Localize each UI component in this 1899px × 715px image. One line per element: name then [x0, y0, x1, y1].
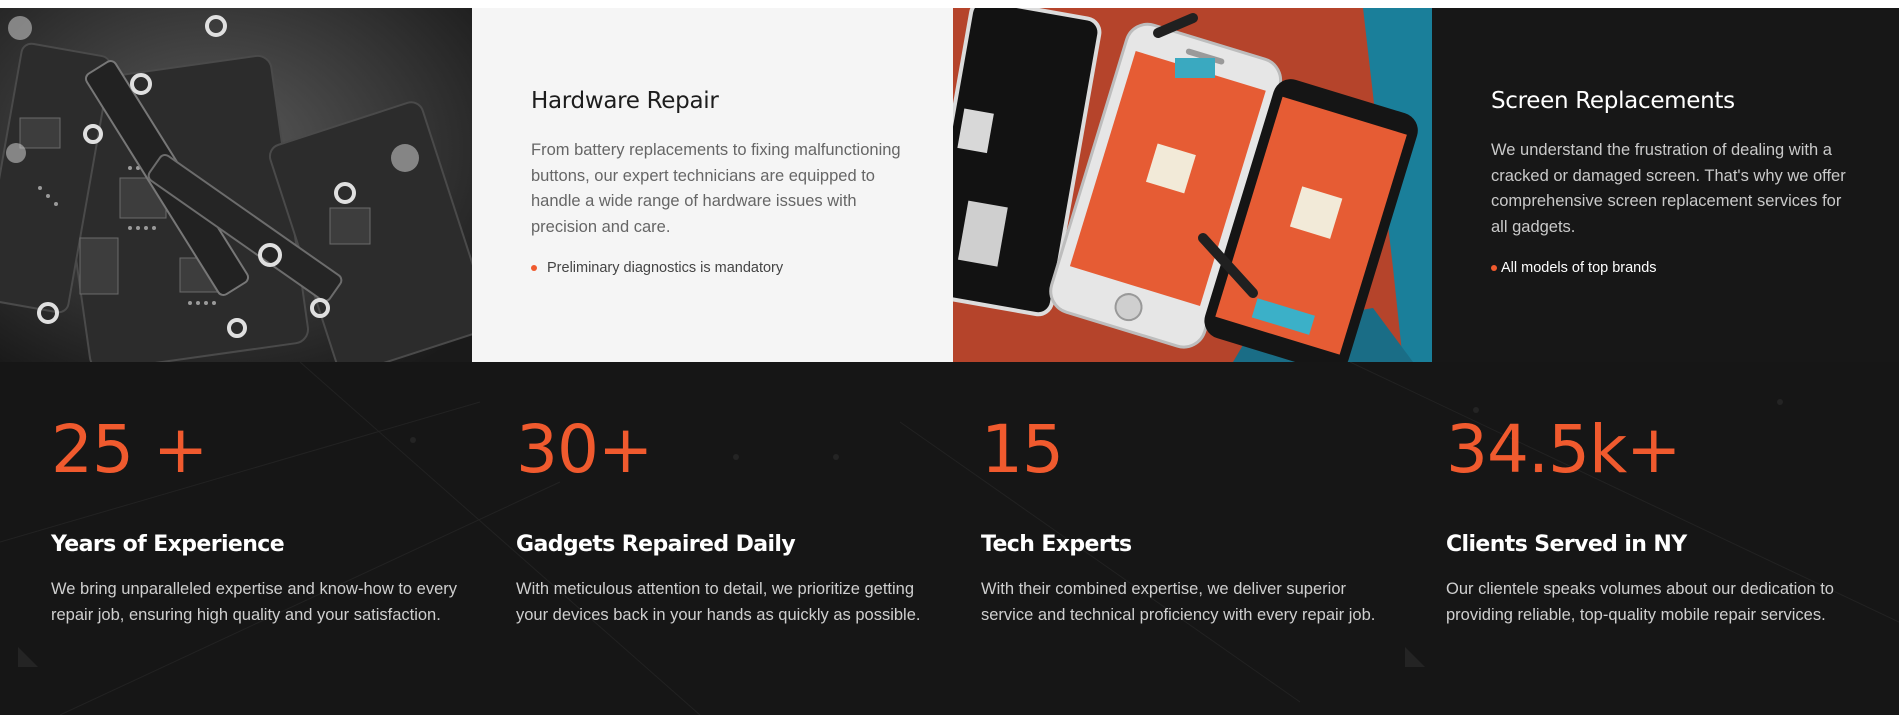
- stat-years-experience: 25 + Years of Experience We bring unpara…: [51, 417, 471, 629]
- stat-clients-served: 34.5k+ Clients Served in NY Our clientel…: [1446, 417, 1866, 629]
- stat-description: We bring unparalleled expertise and know…: [51, 580, 458, 624]
- stat-number: 30+: [516, 411, 653, 488]
- page: Hardware Repair From battery replacement…: [0, 0, 1899, 715]
- screen-replacements-title: Screen Replacements: [1491, 88, 1735, 114]
- phone-screen-parts-photo: [953, 8, 1432, 362]
- stat-tech-experts: 15 Tech Experts With their combined expe…: [981, 417, 1401, 629]
- screen-replacements-card: Screen Replacements We understand the fr…: [1432, 8, 1899, 362]
- screen-replacements-description: We understand the frustration of dealing…: [1491, 141, 1846, 236]
- stat-description: With their combined expertise, we delive…: [981, 580, 1376, 624]
- stat-title: Years of Experience: [51, 532, 285, 557]
- screen-replacements-bullet: All models of top brands: [1491, 260, 1851, 276]
- stat-gadgets-repaired: 30+ Gadgets Repaired Daily With meticulo…: [516, 417, 936, 629]
- stat-number: 34.5k+: [1446, 411, 1681, 488]
- hardware-repair-bullet-text: Preliminary diagnostics is mandatory: [547, 260, 784, 276]
- services-row: Hardware Repair From battery replacement…: [0, 8, 1899, 362]
- hardware-repair-title: Hardware Repair: [531, 88, 719, 114]
- hardware-repair-card: Hardware Repair From battery replacement…: [472, 8, 953, 362]
- screen-replacements-bullet-text: All models of top brands: [1501, 260, 1657, 276]
- circuit-board-photo: [0, 8, 472, 362]
- bullet-dot-icon: [1491, 265, 1497, 271]
- stat-number: 15: [981, 411, 1064, 488]
- stat-number: 25 +: [51, 411, 208, 488]
- stats-section: 25 + Years of Experience We bring unpara…: [0, 362, 1899, 715]
- hardware-repair-bullet: Preliminary diagnostics is mandatory: [531, 260, 901, 276]
- hardware-repair-description: From battery replacements to fixing malf…: [531, 141, 901, 236]
- stat-title: Gadgets Repaired Daily: [516, 532, 796, 557]
- stat-description: Our clientele speaks volumes about our d…: [1446, 580, 1834, 624]
- stat-title: Tech Experts: [981, 532, 1132, 557]
- stat-title: Clients Served in NY: [1446, 532, 1687, 557]
- bullet-dot-icon: [531, 265, 537, 271]
- stat-description: With meticulous attention to detail, we …: [516, 580, 921, 624]
